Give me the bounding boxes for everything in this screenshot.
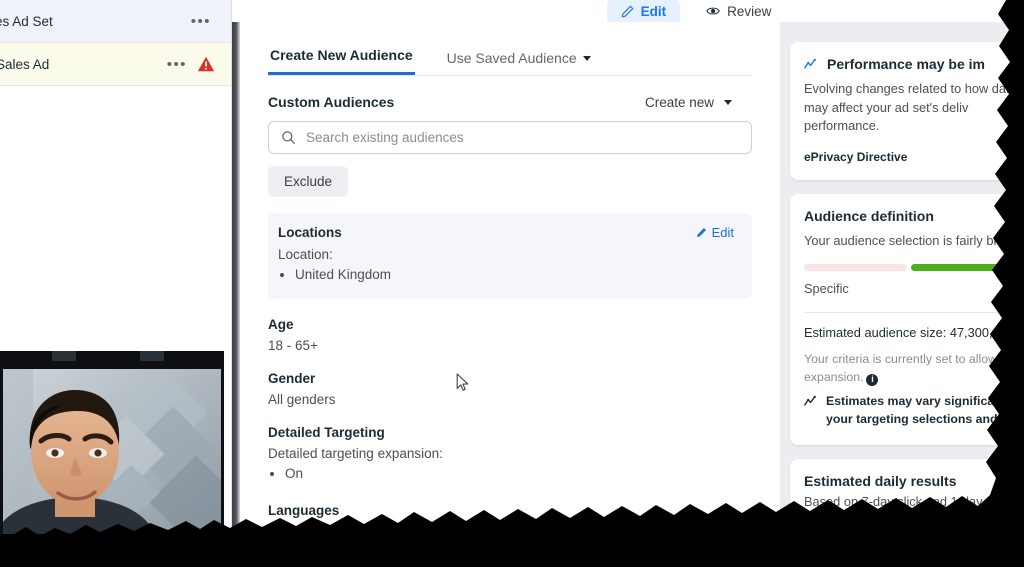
tab-use-saved-audience-label: Use Saved Audience: [446, 50, 577, 66]
locations-edit-button[interactable]: Edit: [696, 225, 738, 240]
edit-review-pills: Edit Review: [232, 0, 1010, 22]
estimated-audience-size-label: Estimated audience size:: [804, 325, 947, 341]
tab-review-label: Review: [727, 3, 772, 19]
webcam-overlay[interactable]: [0, 351, 224, 534]
webcam-frame: [3, 369, 221, 534]
list-item: On: [285, 464, 752, 484]
age-section: Age 18 - 65+: [268, 317, 752, 353]
estimated-audience-size: Estimated audience size: 47,300,000: [804, 325, 1010, 340]
gender-value: All genders: [268, 392, 336, 408]
audience-tabs: Create New Audience Use Saved Audience: [268, 38, 752, 76]
custom-audiences-header: Custom Audiences Create new: [268, 94, 752, 110]
detailed-targeting-values: On: [285, 464, 752, 484]
chevron-down-icon: [582, 55, 591, 61]
performance-card-title-row: Performance may be im: [804, 56, 1010, 72]
locations-edit-label: Edit: [711, 225, 734, 240]
performance-card-footer: ePrivacy Directive: [804, 149, 908, 164]
estimated-audience-size-value: 47,300,000: [949, 325, 1010, 341]
languages-section: Languages All languages: [268, 503, 752, 535]
sidebar-item-ad-set[interactable]: les Ad Set •••: [0, 0, 231, 42]
languages-title: Languages: [268, 502, 340, 518]
audience-definition-title: Audience definition: [804, 207, 934, 224]
tab-review[interactable]: Review: [692, 0, 785, 22]
tab-edit-label: Edit: [640, 3, 667, 19]
more-horizontal-icon[interactable]: •••: [157, 57, 197, 72]
detailed-targeting-title: Detailed Targeting: [268, 425, 385, 441]
sidebar-item-label: les Ad Set: [0, 13, 53, 29]
audience-search-box[interactable]: [268, 121, 752, 154]
estimates-note-text: Estimates may vary significantly your ta…: [826, 393, 1010, 426]
languages-value: All languages: [268, 523, 350, 535]
estimated-daily-results-title: Estimated daily results: [804, 472, 957, 489]
chevron-down-icon: [724, 99, 732, 105]
panel-left-stripe: [232, 22, 240, 534]
locations-header: Locations Edit: [278, 225, 738, 240]
audience-definition-card: Audience definition Your audience select…: [790, 193, 1010, 445]
create-new-label: Create new: [644, 94, 714, 110]
performance-card-body: Evolving changes related to how data may…: [804, 81, 1010, 134]
webcam-video: [3, 369, 221, 534]
exclude-button[interactable]: Exclude: [268, 166, 349, 197]
audience-panel: Create New Audience Use Saved Audience C…: [240, 22, 780, 534]
create-new-button[interactable]: Create new: [645, 95, 752, 110]
card-divider: [804, 312, 1010, 314]
info-icon[interactable]: i: [866, 373, 879, 386]
more-horizontal-icon[interactable]: •••: [181, 14, 221, 29]
eye-icon: [706, 7, 720, 15]
locations-title: Locations: [278, 225, 342, 240]
detailed-targeting-sublabel: Detailed targeting expansion:: [268, 446, 443, 462]
gauge-label-specific: Specific: [804, 281, 849, 297]
criteria-note-text: Your criteria is currently set to allow …: [804, 352, 1010, 385]
custom-audiences-title: Custom Audiences: [268, 94, 395, 110]
right-rail: Performance may be im Evolving changes r…: [780, 22, 1010, 534]
list-item: United Kingdom: [295, 265, 738, 285]
estimated-daily-results-body: Based on 7-day click and 1-day: [804, 493, 983, 509]
estimated-daily-results-card: Estimated daily results Based on 7-day c…: [790, 458, 1010, 528]
tab-create-new-audience-label: Create New Audience: [270, 47, 413, 63]
performance-card: Performance may be im Evolving changes r…: [790, 42, 1010, 180]
app-canvas: les Ad Set ••• Sales Ad ••• Ed: [0, 0, 1010, 534]
age-title: Age: [268, 317, 294, 333]
tab-create-new-audience[interactable]: Create New Audience: [268, 47, 415, 75]
gauge-segment-broad: [911, 264, 1010, 272]
pencil-icon: [621, 5, 633, 17]
estimates-note-row: Estimates may vary significantly your ta…: [804, 393, 1010, 429]
locations-sublabel: Location:: [278, 247, 333, 262]
search-icon: [282, 131, 295, 144]
criteria-note: Your criteria is currently set to allow …: [804, 351, 1010, 387]
main-region: Create New Audience Use Saved Audience C…: [232, 22, 1010, 534]
locations-values: United Kingdom: [295, 265, 738, 285]
webcam-top-bar: [0, 351, 224, 369]
audience-definition-description: Your audience selection is fairly broad: [804, 232, 1010, 248]
audience-gauge: [804, 264, 1010, 272]
sidebar-divider: [0, 85, 231, 86]
locations-card: Locations Edit Location: United Kingdom: [268, 213, 752, 300]
tab-use-saved-audience[interactable]: Use Saved Audience: [445, 50, 593, 75]
age-value: 18 - 65+: [268, 338, 318, 354]
detailed-targeting-section: Detailed Targeting Detailed targeting ex…: [268, 425, 752, 484]
sidebar-item-sales-ad[interactable]: Sales Ad •••: [0, 43, 231, 85]
performance-card-title: Performance may be im: [827, 56, 985, 72]
gauge-segment-specific: [804, 264, 908, 272]
gender-title: Gender: [268, 371, 316, 387]
pencil-icon: [696, 228, 706, 238]
warning-triangle-icon[interactable]: [197, 55, 215, 73]
tab-edit[interactable]: Edit: [606, 0, 681, 22]
search-input[interactable]: [306, 130, 739, 145]
sidebar-item-label: Sales Ad: [0, 56, 50, 72]
trend-chart-icon: [804, 58, 816, 69]
screen-root: les Ad Set ••• Sales Ad ••• Ed: [0, 0, 1024, 567]
gender-section: Gender All genders: [268, 371, 752, 407]
trend-chart-icon: [804, 395, 816, 406]
